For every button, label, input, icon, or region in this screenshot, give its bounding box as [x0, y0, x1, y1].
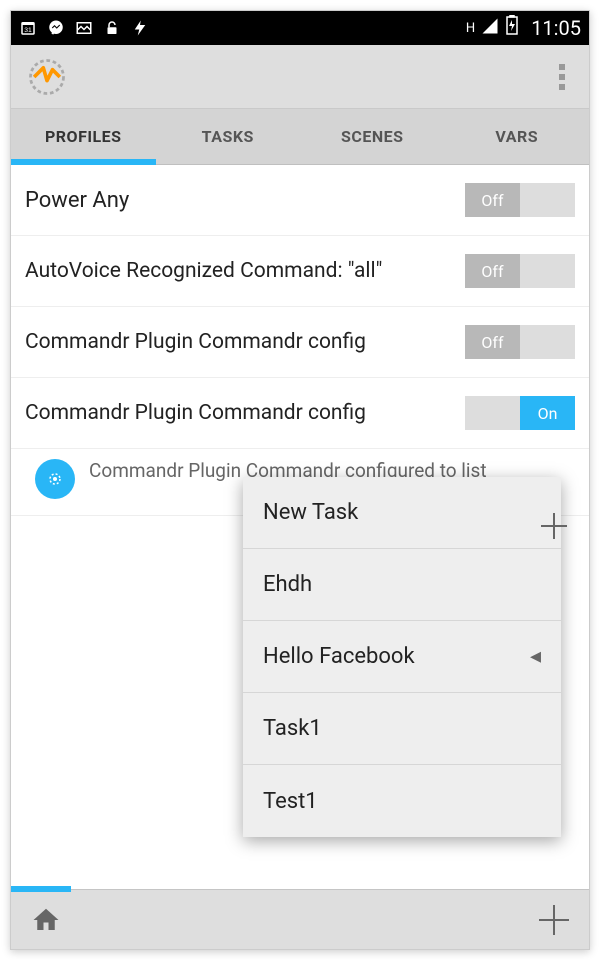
signal-icon	[481, 16, 499, 41]
network-type-label: H	[466, 21, 475, 36]
popup-item-label: Test1	[263, 789, 318, 814]
messenger-icon	[47, 19, 65, 37]
popup-item[interactable]: Test1	[243, 765, 561, 837]
status-left-icons: 31	[19, 19, 149, 37]
task-picker-popup: New Task Ehdh Hello Facebook ◂ Task1 Tes…	[243, 477, 561, 837]
image-icon	[75, 19, 93, 37]
profile-row[interactable]: Commandr Plugin Commandr config Off	[11, 307, 589, 378]
lightning-icon	[131, 19, 149, 37]
calendar-icon: 31	[19, 19, 37, 37]
popup-item-label: Task1	[263, 716, 322, 741]
profile-toggle[interactable]: Off	[465, 325, 575, 359]
tab-bar: PROFILES TASKS SCENES VARS	[11, 109, 589, 165]
tab-profiles[interactable]: PROFILES	[11, 109, 156, 164]
bottom-progress-indicator	[11, 886, 71, 892]
profile-label: Commandr Plugin Commandr config	[25, 330, 465, 354]
bottom-bar	[11, 889, 589, 949]
profile-row[interactable]: Commandr Plugin Commandr config On	[11, 378, 589, 449]
profile-toggle[interactable]: Off	[465, 254, 575, 288]
tab-tasks[interactable]: TASKS	[156, 109, 301, 164]
home-button[interactable]	[29, 903, 63, 937]
unlock-icon	[103, 19, 121, 37]
add-button[interactable]	[537, 903, 571, 937]
clock-label: 11:05	[531, 16, 581, 40]
tasker-app-icon[interactable]	[25, 55, 69, 99]
tab-vars[interactable]: VARS	[445, 109, 590, 164]
profile-label: Power Any	[25, 188, 465, 213]
battery-charging-icon	[505, 15, 519, 41]
left-arrow-icon: ◂	[530, 644, 541, 669]
commandr-plugin-icon	[35, 459, 75, 499]
tab-scenes[interactable]: SCENES	[300, 109, 445, 164]
app-toolbar	[11, 45, 589, 109]
popup-item[interactable]: Task1	[243, 693, 561, 765]
profile-label: AutoVoice Recognized Command: "all"	[25, 259, 465, 283]
status-bar: 31 H 11:05	[11, 11, 589, 45]
device-frame: 31 H 11:05	[10, 10, 590, 950]
popup-item-new-task[interactable]: New Task	[243, 477, 561, 549]
profile-label: Commandr Plugin Commandr config	[25, 401, 465, 425]
profiles-list: Power Any Off AutoVoice Recognized Comma…	[11, 165, 589, 889]
status-right-icons: H 11:05	[466, 15, 581, 41]
overflow-menu-button[interactable]	[549, 55, 575, 99]
popup-item-label: Hello Facebook	[263, 644, 415, 669]
popup-item[interactable]: Hello Facebook ◂	[243, 621, 561, 693]
plus-icon	[539, 905, 569, 935]
popup-item[interactable]: Ehdh	[243, 549, 561, 621]
profile-toggle[interactable]: On	[465, 396, 575, 430]
popup-item-label: New Task	[263, 500, 358, 525]
profile-row[interactable]: Power Any Off	[11, 165, 589, 236]
popup-item-label: Ehdh	[263, 572, 312, 597]
profile-row[interactable]: AutoVoice Recognized Command: "all" Off	[11, 236, 589, 307]
profile-toggle[interactable]: Off	[465, 183, 575, 217]
svg-text:31: 31	[24, 27, 32, 34]
